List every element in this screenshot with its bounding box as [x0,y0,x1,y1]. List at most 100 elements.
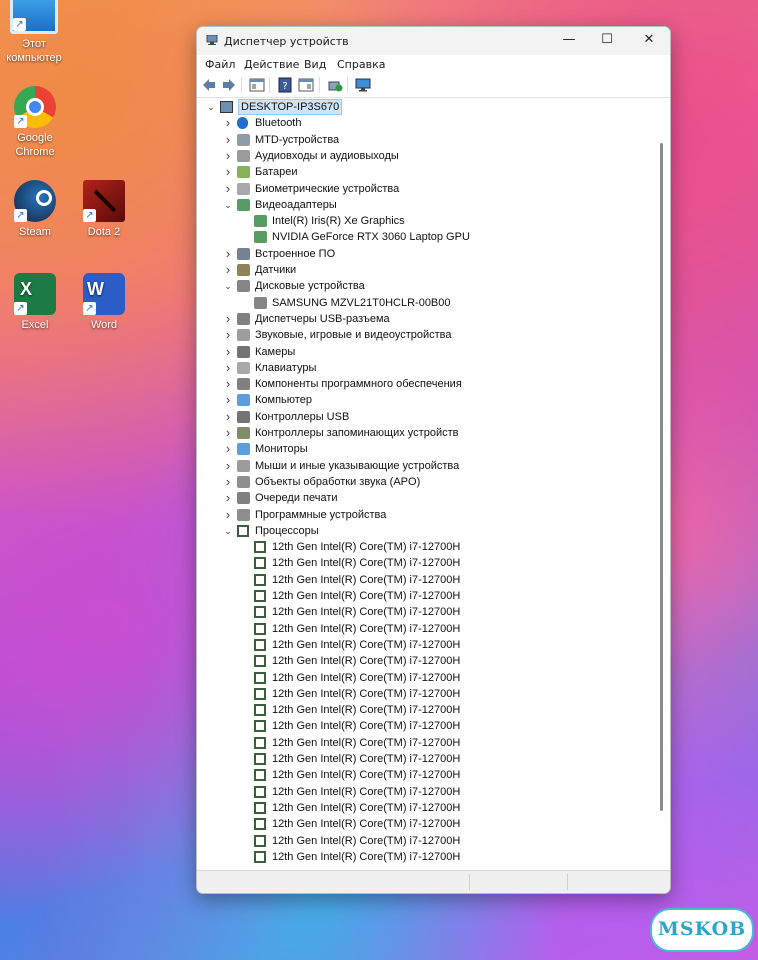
chevron-right-icon[interactable]: › [223,344,233,360]
chevron-right-icon[interactable]: › [223,311,233,327]
tree-category[interactable]: › Диспетчеры USB-разъема [198,311,648,327]
tree-device-item[interactable]: Intel(R) Iris(R) Xe Graphics [198,213,648,229]
tree-category[interactable]: › Контроллеры USB [198,409,648,425]
device-tree[interactable]: ⌄ DESKTOP-IP3S670 › Bluetooth › MTD-устройств… [198,98,654,870]
tree-device-item[interactable]: 12th Gen Intel(R) Core(TM) i7-12700H [198,604,648,620]
minimize-button[interactable]: — [549,27,589,55]
chevron-right-icon[interactable]: › [223,148,233,164]
menu-file[interactable]: Файл [205,58,235,71]
chevron-right-icon[interactable]: › [223,181,233,197]
desktop-icon-this-pc[interactable]: ↗ Этот компьютер [2,0,66,65]
vertical-scrollbar[interactable] [655,98,669,870]
chevron-right-icon[interactable]: › [223,246,233,262]
chevron-down-icon[interactable]: ⌄ [223,278,233,294]
shortcut-arrow-icon: ↗ [13,18,26,31]
tree-device-item[interactable]: 12th Gen Intel(R) Core(TM) i7-12700H [198,718,648,734]
update-driver-icon[interactable] [327,77,343,93]
tree-category[interactable]: › Батареи [198,164,648,180]
chevron-right-icon[interactable]: › [223,115,233,131]
chevron-right-icon[interactable]: › [223,507,233,523]
chevron-right-icon[interactable]: › [223,441,233,457]
tree-device-item[interactable]: 12th Gen Intel(R) Core(TM) i7-12700H [198,621,648,637]
scrollbar-thumb[interactable] [660,143,663,811]
tree-category[interactable]: › Контроллеры запоминающих устройств [198,425,648,441]
tree-category[interactable]: ⌄ Процессоры [198,523,648,539]
desktop-icon-dota2[interactable]: ↗ Dota 2 [72,180,136,239]
forward-icon[interactable] [221,77,237,93]
chevron-right-icon[interactable]: › [223,132,233,148]
desktop-icon-excel[interactable]: X ↗ Excel [3,273,67,332]
maximize-button[interactable]: ☐ [587,27,627,55]
tree-category[interactable]: › Мониторы [198,441,648,457]
tree-device-item[interactable]: 12th Gen Intel(R) Core(TM) i7-12700H [198,800,648,816]
tree-category[interactable]: › MTD-устройства [198,132,648,148]
chevron-right-icon[interactable]: › [223,360,233,376]
chevron-right-icon[interactable]: › [223,458,233,474]
tree-device-item[interactable]: 12th Gen Intel(R) Core(TM) i7-12700H [198,751,648,767]
tree-device-item[interactable]: 12th Gen Intel(R) Core(TM) i7-12700H [198,572,648,588]
tree-category[interactable]: › Программные устройства [198,507,648,523]
tree-device-item[interactable]: 12th Gen Intel(R) Core(TM) i7-12700H [198,702,648,718]
tree-device-item[interactable]: 12th Gen Intel(R) Core(TM) i7-12700H [198,555,648,571]
menu-action[interactable]: Действие [244,58,299,71]
tree-device-item[interactable]: 12th Gen Intel(R) Core(TM) i7-12700H [198,670,648,686]
tree-category[interactable]: › Звуковые, игровые и видеоустройства [198,327,648,343]
chevron-down-icon[interactable]: ⌄ [223,523,233,539]
help-icon[interactable]: ? [277,77,293,93]
chevron-right-icon[interactable]: › [223,262,233,278]
tree-category[interactable]: › Объекты обработки звука (APO) [198,474,648,490]
tree-category[interactable]: › Клавиатуры [198,360,648,376]
tree-device-item[interactable]: 12th Gen Intel(R) Core(TM) i7-12700H [198,833,648,849]
tree-device-item[interactable]: 12th Gen Intel(R) Core(TM) i7-12700H [198,735,648,751]
tree-root-computer[interactable]: ⌄ DESKTOP-IP3S670 [198,99,648,115]
chevron-right-icon[interactable]: › [223,376,233,392]
tree-category[interactable]: › Компьютер [198,392,648,408]
chevron-right-icon[interactable]: › [223,327,233,343]
scan-hardware-icon[interactable] [355,77,371,93]
chevron-right-icon[interactable]: › [223,164,233,180]
tree-device-item[interactable]: 12th Gen Intel(R) Core(TM) i7-12700H [198,588,648,604]
tree-item-label: Очереди печати [255,492,338,505]
cpu-icon [254,769,266,782]
tree-category[interactable]: › Компоненты программного обеспечения [198,376,648,392]
desktop-icon-steam[interactable]: ↗ Steam [3,180,67,239]
tree-device-item[interactable]: SAMSUNG MZVL21T0HCLR-00B00 [198,295,648,311]
tree-item-label: 12th Gen Intel(R) Core(TM) i7-12700H [272,671,461,684]
chevron-right-icon[interactable]: › [223,392,233,408]
chevron-right-icon[interactable]: › [223,474,233,490]
tree-category[interactable]: › Bluetooth [198,115,648,131]
tree-device-item[interactable]: 12th Gen Intel(R) Core(TM) i7-12700H [198,653,648,669]
desktop-icon-chrome[interactable]: ↗ Google Chrome [3,86,67,159]
tree-category[interactable]: › Биометрические устройства [198,181,648,197]
tree-category[interactable]: › Датчики [198,262,648,278]
show-hidden-icon[interactable] [298,77,314,93]
tree-category[interactable]: › Аудиовходы и аудиовыходы [198,148,648,164]
chevron-right-icon[interactable]: › [223,425,233,441]
tree-category[interactable]: ⌄ Видеоадаптеры [198,197,648,213]
tree-category[interactable]: ⌄ Дисковые устройства [198,278,648,294]
menu-view[interactable]: Вид [304,58,326,71]
menu-help[interactable]: Справка [337,58,385,71]
chevron-down-icon[interactable]: ⌄ [206,99,216,115]
tree-device-item[interactable]: NVIDIA GeForce RTX 3060 Laptop GPU [198,229,648,245]
tree-category[interactable]: › Встроенное ПО [198,246,648,262]
title-bar[interactable]: Диспетчер устройств — ☐ ✕ [197,27,670,55]
back-icon[interactable] [201,77,217,93]
tree-device-item[interactable]: 12th Gen Intel(R) Core(TM) i7-12700H [198,539,648,555]
desktop-icon-word[interactable]: W ↗ Word [72,273,136,332]
tree-device-item[interactable]: 12th Gen Intel(R) Core(TM) i7-12700H [198,849,648,865]
chevron-down-icon[interactable]: ⌄ [223,197,233,213]
tree-item-label: 12th Gen Intel(R) Core(TM) i7-12700H [272,573,461,586]
tree-category[interactable]: › Очереди печати [198,490,648,506]
tree-device-item[interactable]: 12th Gen Intel(R) Core(TM) i7-12700H [198,816,648,832]
tree-category[interactable]: › Мыши и иные указывающие устройства [198,458,648,474]
close-button[interactable]: ✕ [629,27,669,55]
tree-device-item[interactable]: 12th Gen Intel(R) Core(TM) i7-12700H [198,637,648,653]
tree-device-item[interactable]: 12th Gen Intel(R) Core(TM) i7-12700H [198,784,648,800]
tree-device-item[interactable]: 12th Gen Intel(R) Core(TM) i7-12700H [198,686,648,702]
chevron-right-icon[interactable]: › [223,490,233,506]
tree-category[interactable]: › Камеры [198,344,648,360]
tree-device-item[interactable]: 12th Gen Intel(R) Core(TM) i7-12700H [198,767,648,783]
properties-icon[interactable] [249,77,265,93]
chevron-right-icon[interactable]: › [223,409,233,425]
